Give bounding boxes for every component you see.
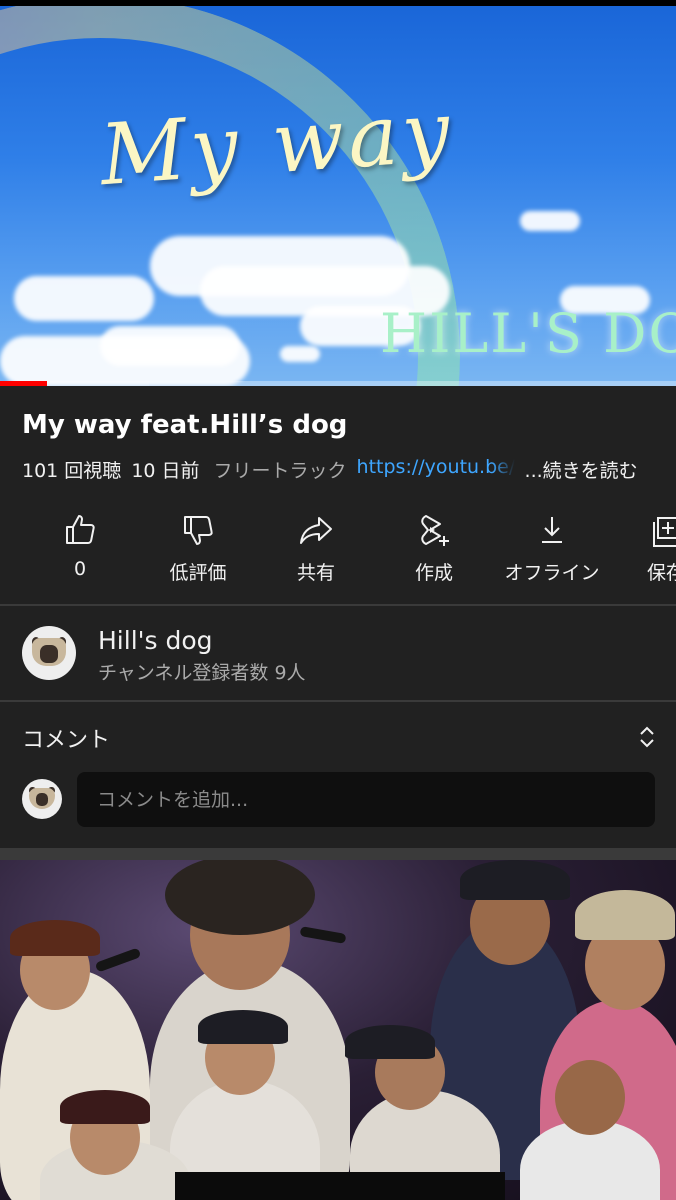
save-label: 保存 [646, 562, 676, 584]
cloud [520, 211, 580, 231]
dislike-button[interactable]: 低評価 [138, 512, 258, 585]
offline-label: オフライン [504, 562, 600, 584]
avatar-muzzle [40, 645, 58, 663]
view-count: 101 回視聴 [22, 460, 122, 482]
cloud [14, 276, 154, 321]
video-player[interactable]: My way HILL'S DOG [0, 6, 676, 386]
comments-heading[interactable]: コメント [22, 722, 110, 754]
upload-date: 10 日前 [131, 460, 200, 482]
divider [0, 700, 676, 702]
section-separator [0, 848, 676, 860]
dislike-label: 低評価 [169, 562, 227, 584]
microphone [94, 947, 142, 973]
create-label: 作成 [414, 562, 453, 584]
share-button[interactable]: 共有 [256, 512, 376, 585]
download-icon [542, 517, 562, 543]
video-title: My way feat.Hill’s dog [22, 410, 348, 440]
performer-cap [345, 1025, 435, 1059]
offline-button[interactable]: オフライン [492, 512, 612, 585]
thumbs-up-icon [66, 515, 95, 544]
progress-fill [0, 381, 48, 386]
like-count: 0 [73, 558, 87, 580]
description-snippet: フリートラック [213, 460, 347, 482]
thumbs-down-icon [184, 516, 213, 545]
performer-cap [460, 860, 570, 900]
description-link[interactable]: https://youtu.be/ [357, 456, 515, 483]
save-icon [653, 517, 676, 547]
video-meta[interactable]: 101 回視聴 10 日前 フリートラック https://youtu.be/ … [22, 456, 662, 483]
performer-cap [60, 1090, 150, 1124]
cloud [280, 346, 320, 362]
progress-bar[interactable] [0, 381, 676, 386]
share-icon [300, 517, 332, 544]
microphone [299, 926, 347, 944]
channel-avatar[interactable] [22, 626, 76, 680]
subscriber-count: チャンネル登録者数 9人 [98, 662, 306, 684]
thumbnail-caption-bar [175, 1172, 505, 1200]
comment-input[interactable] [77, 772, 655, 827]
create-button[interactable]: 作成 [374, 512, 494, 585]
like-button[interactable]: 0 [20, 512, 140, 580]
save-button[interactable]: 保存 [606, 512, 676, 585]
performer-hair [165, 860, 315, 935]
performer-cap [10, 920, 100, 956]
video-brand-overlay: HILL'S DOG [380, 302, 676, 365]
create-icon [421, 515, 449, 546]
next-video-thumbnail[interactable] [0, 860, 676, 1200]
performer-cap [198, 1010, 288, 1044]
action-bar: 0 低評価 共有 作成 オフライン 保存 [0, 512, 676, 592]
expand-icon[interactable] [632, 722, 662, 752]
channel-name[interactable]: Hill's dog [98, 626, 213, 655]
read-more-link[interactable]: ...続きを読む [525, 456, 638, 483]
performer-hat [575, 890, 675, 940]
cloud [100, 326, 240, 366]
progress-buffer [47, 381, 149, 386]
divider [0, 604, 676, 606]
avatar-muzzle [35, 793, 49, 807]
share-label: 共有 [296, 562, 335, 584]
user-avatar [22, 779, 62, 819]
performer-head [555, 1060, 625, 1135]
